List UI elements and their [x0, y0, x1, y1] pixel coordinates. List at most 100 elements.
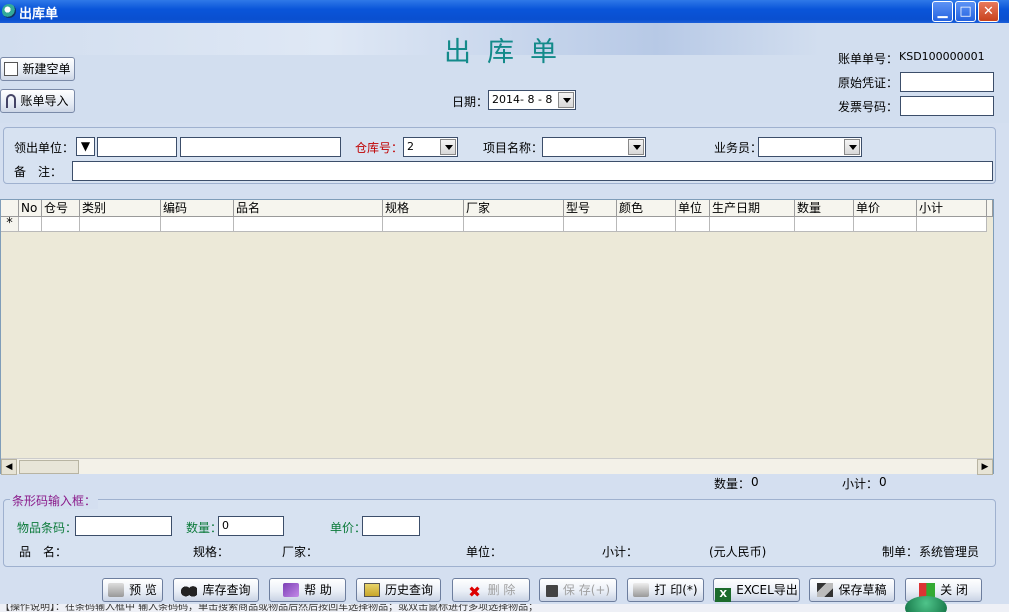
column-header[interactable]: 厂家 [464, 200, 564, 217]
stock-query-button[interactable]: 库存查询 [173, 578, 259, 602]
table-cell[interactable] [854, 217, 917, 232]
remark-label: 备 注： [14, 165, 63, 179]
chevron-down-icon [558, 92, 574, 108]
column-header[interactable]: 编码 [161, 200, 234, 217]
chevron-right-icon: ▶ [981, 462, 989, 472]
help-button[interactable]: 帮 助 [269, 578, 346, 602]
column-header[interactable]: 型号 [564, 200, 617, 217]
delete-x-icon: ✖ [468, 583, 481, 601]
total-subtotal-label: 小计： [842, 477, 879, 491]
table-cell[interactable] [234, 217, 383, 232]
table-cell[interactable] [161, 217, 234, 232]
delete-button[interactable]: ✖ 删 除 [452, 578, 530, 602]
close-window-button[interactable]: ✕ [978, 1, 999, 22]
item-spec-label: 规格： [193, 545, 230, 559]
receiving-unit-code-input[interactable] [97, 137, 177, 157]
column-header[interactable]: No [19, 200, 42, 217]
original-voucher-input[interactable] [900, 72, 994, 92]
import-bill-button[interactable]: 账单导入 [0, 89, 75, 113]
table-row[interactable]: * [1, 217, 987, 232]
table-cell[interactable] [795, 217, 854, 232]
items-grid[interactable]: No 仓号 类别 编码 品名 规格 厂家 型号 颜色 单位 生产日期 数量 单价… [0, 199, 994, 475]
column-header[interactable]: 单位 [676, 200, 710, 217]
column-header[interactable]: 单价 [854, 200, 917, 217]
table-cell[interactable] [80, 217, 161, 232]
maximize-button[interactable]: □ [955, 1, 976, 22]
column-header[interactable]: 品名 [234, 200, 383, 217]
save-draft-button[interactable]: 保存草稿 [809, 578, 895, 602]
total-qty-label: 数量： [714, 477, 751, 491]
pen-icon [817, 583, 834, 597]
barcode-price-label: 单价： [330, 521, 367, 535]
save-button[interactable]: 保 存(+) [539, 578, 617, 602]
item-unit-label: 单位： [466, 545, 503, 559]
invoice-no-input[interactable] [900, 96, 994, 116]
close-icon: ✕ [983, 4, 994, 19]
excel-export-button[interactable]: X EXCEL导出 [713, 578, 800, 602]
column-header[interactable]: 生产日期 [710, 200, 795, 217]
chevron-left-icon: ◀ [5, 462, 13, 472]
table-cell[interactable] [617, 217, 676, 232]
scroll-left-button[interactable]: ◀ [1, 459, 17, 475]
column-header[interactable]: 类别 [80, 200, 161, 217]
minimize-button[interactable]: ▁ [932, 1, 953, 22]
account-no-label: 账单单号： [838, 52, 899, 66]
help-book-icon [283, 583, 300, 597]
salesman-select[interactable] [758, 137, 862, 157]
history-query-button[interactable]: 历史查询 [356, 578, 441, 602]
barcode-legend: 条形码输入框： [10, 492, 99, 509]
column-header[interactable]: 数量 [795, 200, 854, 217]
item-subtotal-label: 小计： [602, 545, 639, 559]
unit-picker-button[interactable]: ▼ [76, 137, 95, 156]
table-cell[interactable] [383, 217, 464, 232]
warehouse-label: 仓库号： [355, 141, 404, 155]
remark-input[interactable] [72, 161, 993, 181]
exit-door-icon [919, 583, 936, 597]
floppy-icon [545, 585, 558, 597]
table-cell[interactable] [676, 217, 710, 232]
column-header[interactable]: 仓号 [42, 200, 80, 217]
salesman-label: 业务员： [714, 141, 763, 155]
table-cell[interactable] [42, 217, 80, 232]
new-blank-button[interactable]: 新建空单 [0, 57, 75, 81]
status-text: 【操作说明】：在条码输入框中 输入条码码，单击搜索商品或物品后然后按回车选择物品… [0, 604, 539, 612]
scroll-thumb[interactable] [19, 460, 79, 474]
table-cell[interactable] [464, 217, 564, 232]
column-header[interactable]: 颜色 [617, 200, 676, 217]
project-select[interactable] [542, 137, 646, 157]
column-header[interactable]: 规格 [383, 200, 464, 217]
new-document-icon [4, 62, 19, 76]
preview-button[interactable]: 预 览 [102, 578, 163, 602]
table-cell[interactable] [19, 217, 42, 232]
maximize-icon: □ [959, 4, 972, 19]
creator-label: 制单： [882, 545, 919, 559]
project-label: 项目名称： [483, 141, 544, 155]
table-cell[interactable] [564, 217, 617, 232]
filter-panel: 领出单位： ▼ 仓库号： 2 项目名称： 业务员： 备 注： [3, 127, 996, 184]
table-cell[interactable] [710, 217, 795, 232]
column-header-spacer [987, 200, 993, 217]
currency-label: (元人民币) [709, 545, 767, 559]
title-bar: 出库单 ▁ □ ✕ [0, 0, 1009, 23]
printer-icon [633, 583, 650, 597]
column-header[interactable]: 小计 [917, 200, 987, 217]
barcode-input[interactable] [75, 516, 172, 536]
app-window: 出库单 ▁ □ ✕ 出库单 新建空单 账单导入 日期： 2014- 8 - 8 … [0, 0, 1009, 612]
receiving-unit-name-input[interactable] [180, 137, 341, 157]
window-title: 出库单 [19, 6, 59, 21]
table-cell[interactable] [917, 217, 987, 232]
horizontal-scrollbar[interactable]: ◀ ▶ [1, 458, 993, 475]
excel-icon: X [715, 588, 732, 602]
barcode-qty-input[interactable]: 0 [218, 516, 284, 536]
row-selector-header [1, 200, 19, 217]
binoculars-icon [181, 583, 198, 597]
barcode-price-input[interactable] [362, 516, 420, 536]
preview-icon [108, 583, 125, 597]
date-picker[interactable]: 2014- 8 - 8 [488, 90, 576, 110]
account-no-value: KSD100000001 [899, 50, 985, 63]
warehouse-select[interactable]: 2 [403, 137, 458, 157]
scroll-right-button[interactable]: ▶ [977, 459, 993, 475]
header-stripe [0, 23, 820, 55]
print-button[interactable]: 打 印(*) [627, 578, 704, 602]
document-title: 出库单 [444, 37, 573, 68]
